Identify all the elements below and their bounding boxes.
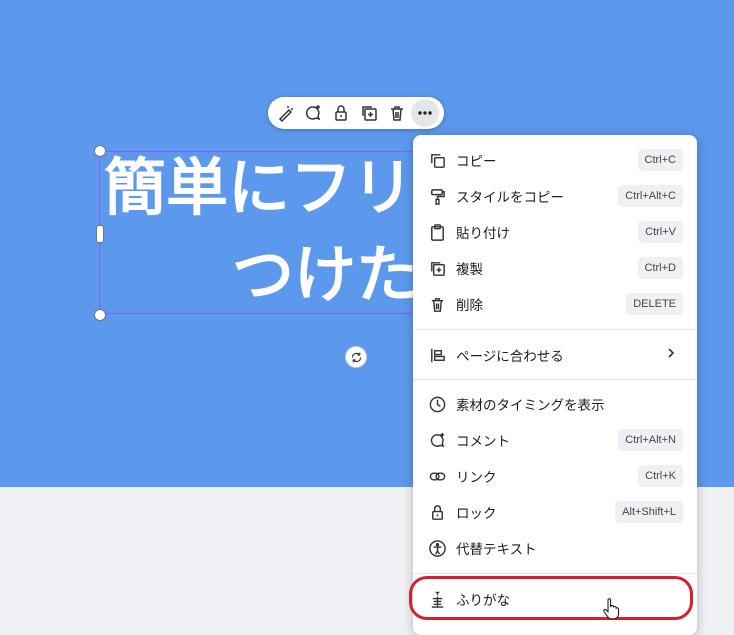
trash-icon[interactable]	[385, 101, 409, 125]
comment-add-icon[interactable]	[301, 101, 325, 125]
menu-item-label: リンク	[456, 470, 497, 486]
menu-item-label: 代替テキスト	[456, 542, 537, 558]
menu-item-label: 素材のタイミングを表示	[456, 398, 605, 414]
menu-item-show-timing[interactable]: 素材のタイミングを表示	[413, 387, 697, 421]
menu-item-paste[interactable]: 貼り付け Ctrl+V	[413, 215, 697, 249]
comment-add-icon	[427, 430, 447, 450]
resize-handle-top-left[interactable]	[94, 145, 106, 157]
menu-item-duplicate[interactable]: 複製 Ctrl+D	[413, 251, 697, 285]
shortcut-badge: Alt+Shift+L	[615, 501, 683, 523]
menu-item-label: 貼り付け	[456, 226, 510, 242]
menu-item-comment[interactable]: コメント Ctrl+Alt+N	[413, 423, 697, 457]
shortcut-badge: Ctrl+D	[637, 257, 683, 279]
hand-cursor-icon	[602, 598, 620, 620]
menu-item-align-to-page[interactable]: ページに合わせる	[413, 338, 697, 372]
copy-icon	[427, 150, 447, 170]
lock-icon	[427, 502, 447, 522]
align-left-icon	[427, 345, 447, 365]
duplicate-icon[interactable]	[357, 101, 381, 125]
context-menu: コピー Ctrl+C スタイルをコピー Ctrl+Alt+C 貼り付け Ctrl…	[413, 135, 697, 635]
menu-item-label: コピー	[456, 154, 497, 170]
trash-icon	[427, 294, 447, 314]
heading-text-line-1: 簡単にフリ	[104, 151, 415, 224]
menu-item-copy[interactable]: コピー Ctrl+C	[413, 143, 697, 177]
chevron-right-icon	[665, 344, 677, 363]
menu-divider	[413, 573, 697, 574]
annotation-highlight-box	[409, 576, 693, 620]
shortcut-badge: Ctrl+Alt+N	[618, 429, 683, 451]
heading-text-line-2: つけた	[232, 238, 419, 311]
clipboard-icon	[427, 222, 447, 242]
clock-icon	[427, 394, 447, 414]
magic-edit-icon[interactable]	[274, 101, 298, 125]
shortcut-badge: Ctrl+V	[638, 221, 683, 243]
menu-item-label: スタイルをコピー	[456, 190, 564, 206]
paint-roller-icon	[427, 186, 447, 206]
menu-divider	[413, 329, 697, 330]
menu-divider	[413, 379, 697, 380]
menu-item-alt-text[interactable]: 代替テキスト	[413, 531, 697, 565]
duplicate-icon	[427, 258, 447, 278]
menu-item-lock[interactable]: ロック Alt+Shift+L	[413, 495, 697, 529]
more-options-button[interactable]	[411, 99, 439, 127]
menu-item-label: ロック	[456, 506, 497, 522]
element-mini-toolbar	[268, 97, 444, 129]
menu-item-label: コメント	[456, 434, 510, 450]
menu-item-delete[interactable]: 削除 DELETE	[413, 287, 697, 321]
shortcut-badge: Ctrl+C	[637, 149, 683, 171]
resize-handle-left[interactable]	[96, 225, 104, 243]
accessibility-icon	[427, 538, 447, 558]
shortcut-badge: Ctrl+K	[638, 465, 683, 487]
menu-item-label: 削除	[456, 298, 483, 314]
menu-item-copy-style[interactable]: スタイルをコピー Ctrl+Alt+C	[413, 179, 697, 213]
lock-icon[interactable]	[329, 101, 353, 125]
rotate-handle[interactable]	[345, 346, 367, 368]
menu-item-label: 複製	[456, 262, 483, 278]
shortcut-badge: DELETE	[626, 293, 683, 315]
menu-item-link[interactable]: リンク Ctrl+K	[413, 459, 697, 493]
shortcut-badge: Ctrl+Alt+C	[618, 185, 683, 207]
link-icon	[427, 466, 447, 486]
resize-handle-bottom-left[interactable]	[94, 309, 106, 321]
menu-item-label: ページに合わせる	[456, 349, 564, 365]
